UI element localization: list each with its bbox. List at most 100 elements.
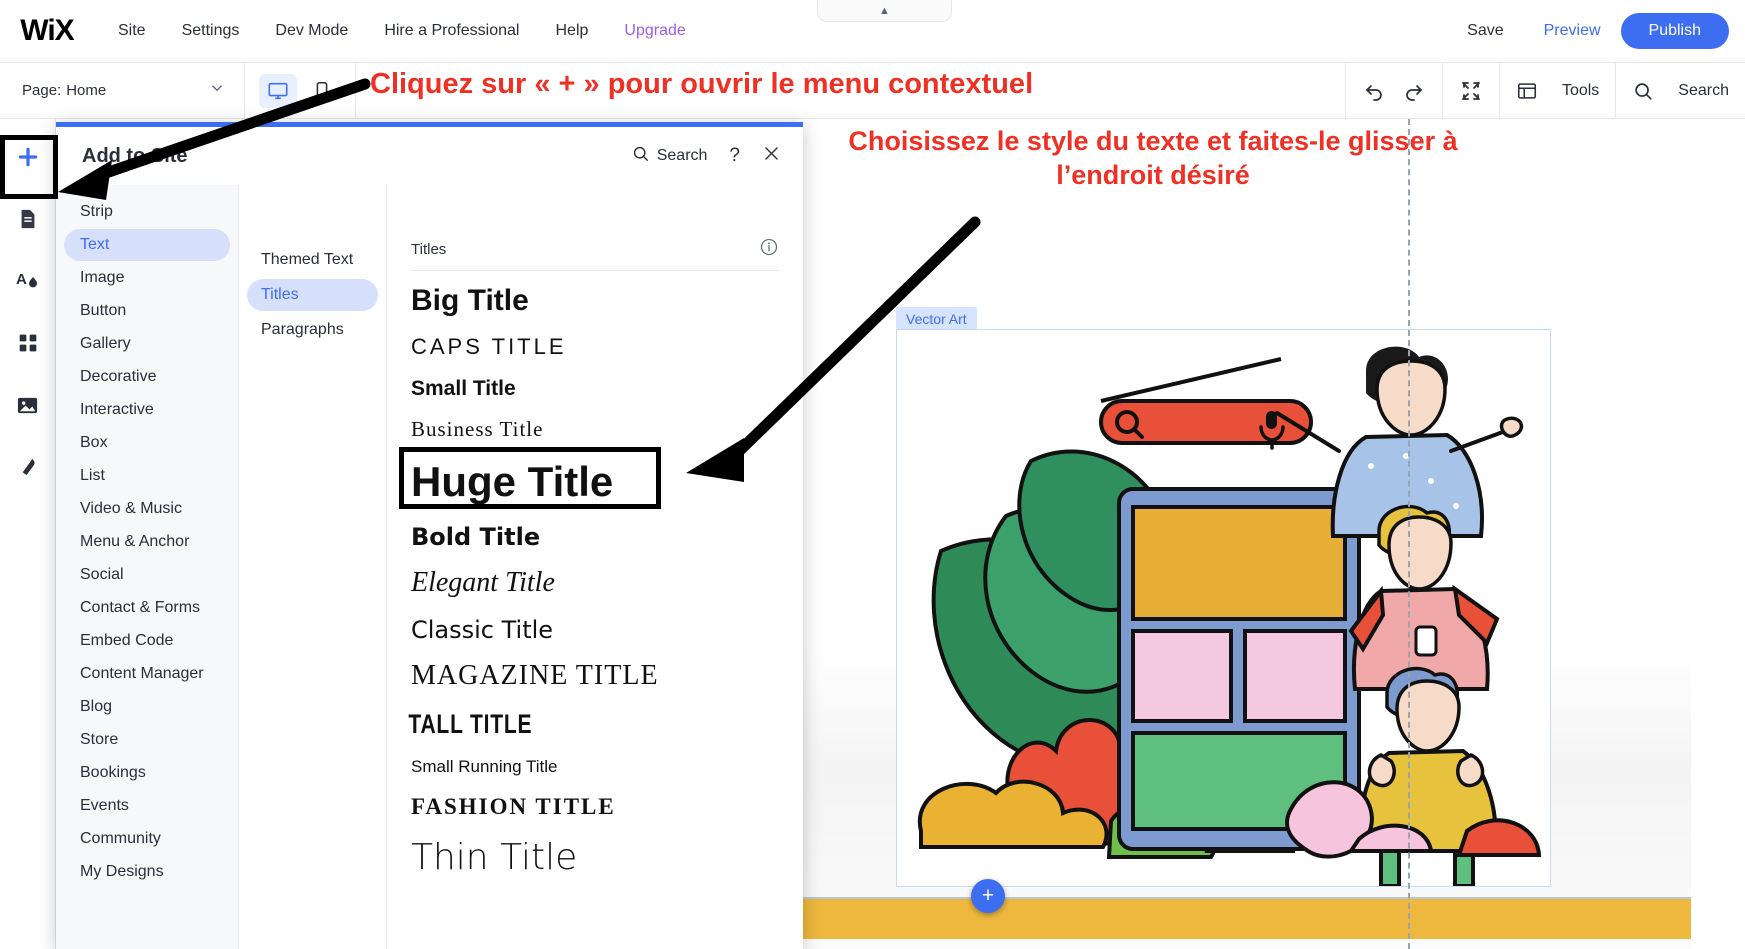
- add-to-site-panel: Add to Site Search ? Strip Text Image Bu…: [56, 122, 803, 949]
- mobile-view-button[interactable]: [303, 74, 341, 108]
- panel-body: Strip Text Image Button Gallery Decorati…: [56, 185, 803, 949]
- title-style-list: Big Title CAPS TITLE Small Title Busines…: [399, 271, 803, 886]
- media-button[interactable]: [8, 385, 48, 425]
- category-strip[interactable]: Strip: [64, 196, 230, 228]
- category-box[interactable]: Box: [64, 427, 230, 459]
- category-embed-code[interactable]: Embed Code: [64, 625, 230, 657]
- category-list[interactable]: List: [64, 460, 230, 492]
- tools-group[interactable]: Tools: [1498, 63, 1615, 118]
- pages-button[interactable]: [8, 199, 48, 239]
- preview-button[interactable]: Preview: [1524, 16, 1621, 46]
- style-caps-title[interactable]: CAPS TITLE: [399, 326, 803, 368]
- subcategory-list: Themed Text Titles Paragraphs: [239, 185, 387, 949]
- tools-label: Tools: [1561, 81, 1600, 99]
- subcategory-paragraphs[interactable]: Paragraphs: [247, 314, 378, 346]
- category-social[interactable]: Social: [64, 559, 230, 591]
- search-icon: [631, 144, 650, 168]
- panel-header: Add to Site Search ?: [56, 127, 803, 185]
- category-store[interactable]: Store: [64, 724, 230, 756]
- vector-art-label: Vector Art: [896, 307, 977, 331]
- panel-title: Add to Site: [82, 144, 188, 167]
- category-button[interactable]: Button: [64, 295, 230, 327]
- category-events[interactable]: Events: [64, 790, 230, 822]
- editor-toolbar: Page: Home Tools Search: [0, 63, 1745, 119]
- category-contact-forms[interactable]: Contact & Forms: [64, 592, 230, 624]
- style-tall-title[interactable]: TALL TITLE: [399, 701, 714, 749]
- menu-item-upgrade[interactable]: Upgrade: [606, 16, 703, 46]
- category-interactive[interactable]: Interactive: [64, 394, 230, 426]
- panel-search-button[interactable]: Search: [631, 144, 708, 168]
- menu-item-help[interactable]: Help: [537, 16, 606, 46]
- collapse-toolbar-tab[interactable]: ▲: [817, 0, 952, 22]
- styles-section-header: Titles: [399, 237, 803, 270]
- zoom-group: [1441, 63, 1499, 118]
- wix-logo[interactable]: WiX: [14, 14, 80, 48]
- main-menu: Site Settings Dev Mode Hire a Profession…: [100, 16, 704, 46]
- publish-button[interactable]: Publish: [1620, 13, 1729, 49]
- menu-item-settings[interactable]: Settings: [164, 16, 258, 46]
- help-icon[interactable]: ?: [729, 145, 740, 167]
- close-icon[interactable]: [762, 144, 781, 169]
- tools-panel-icon: [1516, 80, 1538, 102]
- style-fashion-title[interactable]: FASHION TITLE: [399, 785, 803, 828]
- vector-art-illustration[interactable]: [911, 331, 1551, 886]
- page-selector-label: Page:: [22, 82, 62, 99]
- search-icon: [1632, 80, 1654, 102]
- desktop-view-button[interactable]: [259, 73, 297, 108]
- styles-section-label: Titles: [411, 241, 447, 258]
- add-elements-button[interactable]: [7, 137, 48, 177]
- category-image[interactable]: Image: [64, 262, 230, 294]
- my-designs-button[interactable]: [8, 447, 48, 487]
- page-selector[interactable]: Page: Home: [0, 63, 245, 118]
- style-magazine-title[interactable]: MAGAZINE TITLE: [399, 652, 803, 701]
- category-text[interactable]: Text: [64, 229, 230, 261]
- style-business-title[interactable]: Business Title: [399, 409, 803, 450]
- info-icon[interactable]: [759, 237, 779, 262]
- category-bookings[interactable]: Bookings: [64, 757, 230, 789]
- subcategory-titles[interactable]: Titles: [247, 279, 378, 311]
- left-icon-rail: A: [0, 119, 56, 949]
- category-list: Strip Text Image Button Gallery Decorati…: [56, 185, 239, 949]
- category-my-designs[interactable]: My Designs: [64, 856, 230, 888]
- menu-item-dev-mode[interactable]: Dev Mode: [257, 16, 366, 46]
- panel-search-label: Search: [656, 147, 708, 164]
- chevron-up-icon: ▲: [879, 4, 890, 17]
- style-small-running-title[interactable]: Small Running Title: [399, 749, 803, 786]
- wix-editor-window: WiX Site Settings Dev Mode Hire a Profes…: [0, 0, 1745, 949]
- category-community[interactable]: Community: [64, 823, 230, 855]
- add-section-button[interactable]: +: [971, 879, 1005, 913]
- save-button[interactable]: Save: [1447, 16, 1523, 46]
- apps-grid-button[interactable]: [8, 323, 48, 363]
- redo-icon[interactable]: [1402, 79, 1426, 103]
- category-gallery[interactable]: Gallery: [64, 328, 230, 360]
- style-big-title[interactable]: Big Title: [399, 275, 803, 326]
- history-group: [1344, 63, 1442, 118]
- category-video-music[interactable]: Video & Music: [64, 493, 230, 525]
- category-decorative[interactable]: Decorative: [64, 361, 230, 393]
- chevron-down-icon: [208, 79, 226, 102]
- subcategory-themed-text[interactable]: Themed Text: [247, 244, 378, 276]
- style-bold-title[interactable]: Bold Title: [399, 515, 803, 559]
- svg-text:A: A: [16, 271, 27, 288]
- category-blog[interactable]: Blog: [64, 691, 230, 723]
- top-actions: Save Preview Publish: [1447, 13, 1745, 49]
- style-classic-title[interactable]: Classic Title: [399, 608, 803, 652]
- panel-header-actions: Search ?: [631, 144, 781, 169]
- style-thin-title[interactable]: Thin Title: [399, 829, 803, 887]
- style-elegant-title[interactable]: Elegant Title: [399, 559, 803, 608]
- page-selector-value: Home: [66, 82, 107, 99]
- style-huge-title[interactable]: Huge Title: [399, 450, 803, 514]
- search-label: Search: [1678, 81, 1729, 99]
- menu-item-site[interactable]: Site: [100, 16, 164, 46]
- zoom-out-icon[interactable]: [1459, 79, 1483, 103]
- view-mode-switch: [245, 63, 356, 118]
- undo-icon[interactable]: [1362, 79, 1386, 103]
- menu-item-hire-a-professional[interactable]: Hire a Professional: [366, 16, 537, 46]
- search-group[interactable]: Search: [1615, 63, 1745, 118]
- style-small-title[interactable]: Small Title: [399, 368, 803, 409]
- title-styles-column: Titles Big Title CAPS TITLE Small Title …: [387, 185, 803, 949]
- category-menu-anchor[interactable]: Menu & Anchor: [64, 526, 230, 558]
- category-content-manager[interactable]: Content Manager: [64, 658, 230, 690]
- site-design-button[interactable]: A: [8, 261, 48, 301]
- canvas-right-guide-line: [1408, 119, 1410, 949]
